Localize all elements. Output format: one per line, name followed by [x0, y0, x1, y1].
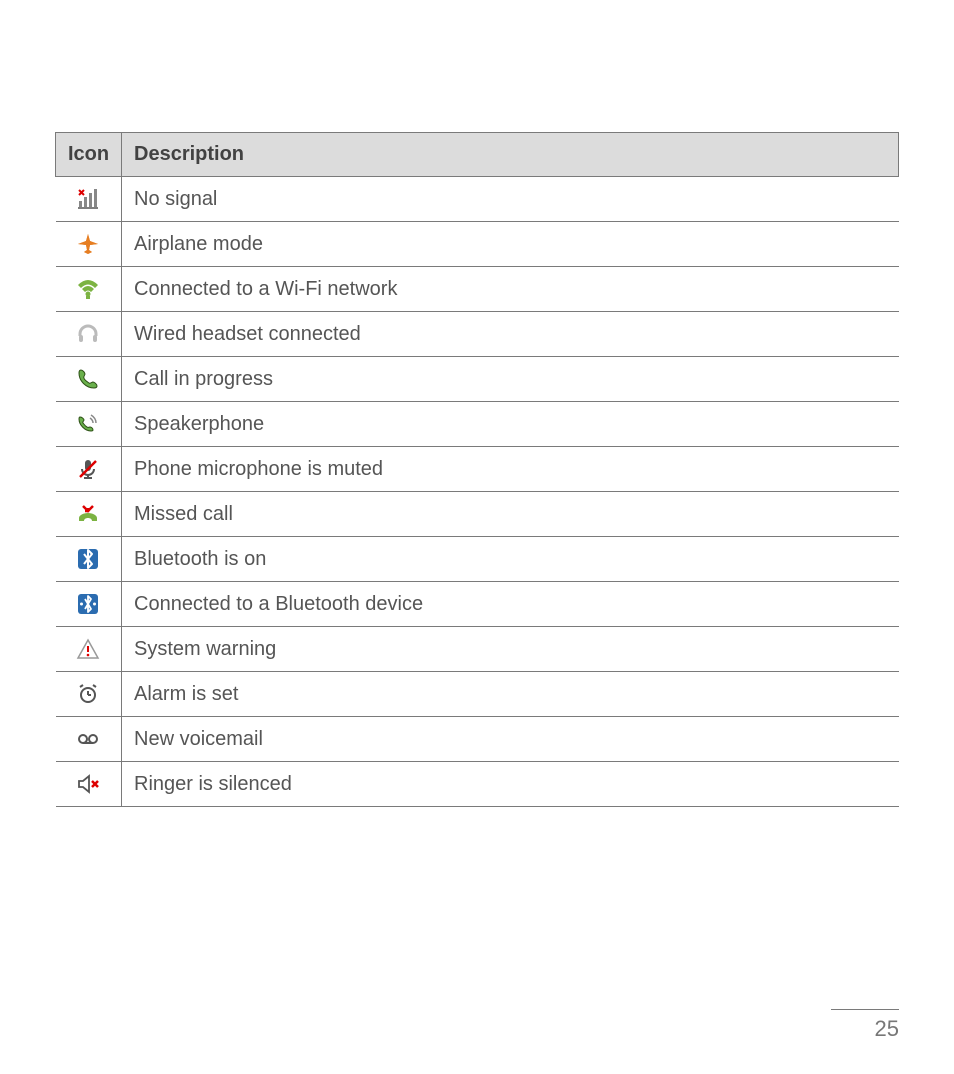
description-cell: System warning	[122, 627, 899, 672]
description-cell: Call in progress	[122, 357, 899, 402]
voicemail-icon	[56, 717, 122, 762]
table-row: Connected to a Bluetooth device	[56, 582, 899, 627]
table-row: Alarm is set	[56, 672, 899, 717]
description-cell: Ringer is silenced	[122, 762, 899, 807]
bluetooth-connected-icon	[56, 582, 122, 627]
table-row: Wired headset connected	[56, 312, 899, 357]
header-description: Description	[122, 133, 899, 177]
airplane-mode-icon	[56, 222, 122, 267]
description-cell: Connected to a Wi-Fi network	[122, 267, 899, 312]
description-cell: Phone microphone is muted	[122, 447, 899, 492]
description-cell: Alarm is set	[122, 672, 899, 717]
call-in-progress-icon	[56, 357, 122, 402]
ringer-silenced-icon	[56, 762, 122, 807]
alarm-set-icon	[56, 672, 122, 717]
table-row: Call in progress	[56, 357, 899, 402]
page: Icon Description No signal	[0, 0, 954, 1074]
table-row: Bluetooth is on	[56, 537, 899, 582]
description-cell: Wired headset connected	[122, 312, 899, 357]
no-signal-icon	[56, 177, 122, 222]
table-row: Connected to a Wi-Fi network	[56, 267, 899, 312]
page-number: 25	[831, 1005, 899, 1042]
description-cell: Speakerphone	[122, 402, 899, 447]
table-row: Phone microphone is muted	[56, 447, 899, 492]
header-icon: Icon	[56, 133, 122, 177]
description-cell: Connected to a Bluetooth device	[122, 582, 899, 627]
bluetooth-on-icon	[56, 537, 122, 582]
system-warning-icon	[56, 627, 122, 672]
description-cell: Airplane mode	[122, 222, 899, 267]
headset-icon	[56, 312, 122, 357]
table-header-row: Icon Description	[56, 133, 899, 177]
table-row: Speakerphone	[56, 402, 899, 447]
table-row: New voicemail	[56, 717, 899, 762]
description-cell: No signal	[122, 177, 899, 222]
icon-description-table: Icon Description No signal	[55, 132, 899, 807]
mic-muted-icon	[56, 447, 122, 492]
table-row: Missed call	[56, 492, 899, 537]
table-row: No signal	[56, 177, 899, 222]
table-row: Airplane mode	[56, 222, 899, 267]
description-cell: Missed call	[122, 492, 899, 537]
wifi-connected-icon	[56, 267, 122, 312]
description-cell: Bluetooth is on	[122, 537, 899, 582]
table-row: System warning	[56, 627, 899, 672]
description-cell: New voicemail	[122, 717, 899, 762]
missed-call-icon	[56, 492, 122, 537]
table-row: Ringer is silenced	[56, 762, 899, 807]
speakerphone-icon	[56, 402, 122, 447]
